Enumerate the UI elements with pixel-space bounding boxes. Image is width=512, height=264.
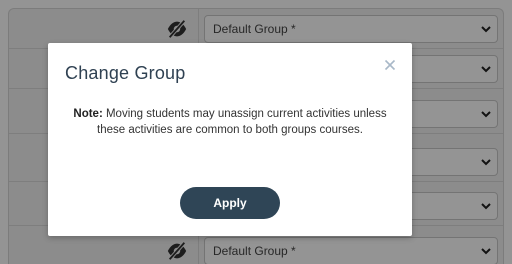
dialog-message: Note: Moving students may unassign curre… xyxy=(62,106,398,138)
apply-button[interactable]: Apply xyxy=(180,187,280,219)
note-label: Note: xyxy=(73,108,103,120)
note-text: Moving students may unassign current act… xyxy=(97,108,387,136)
page: Default Group * Default Group * Change G… xyxy=(0,0,512,264)
close-icon[interactable] xyxy=(384,59,396,71)
dialog-title: Change Group xyxy=(65,63,186,83)
change-group-dialog: Change Group Note: Moving students may u… xyxy=(48,43,412,236)
